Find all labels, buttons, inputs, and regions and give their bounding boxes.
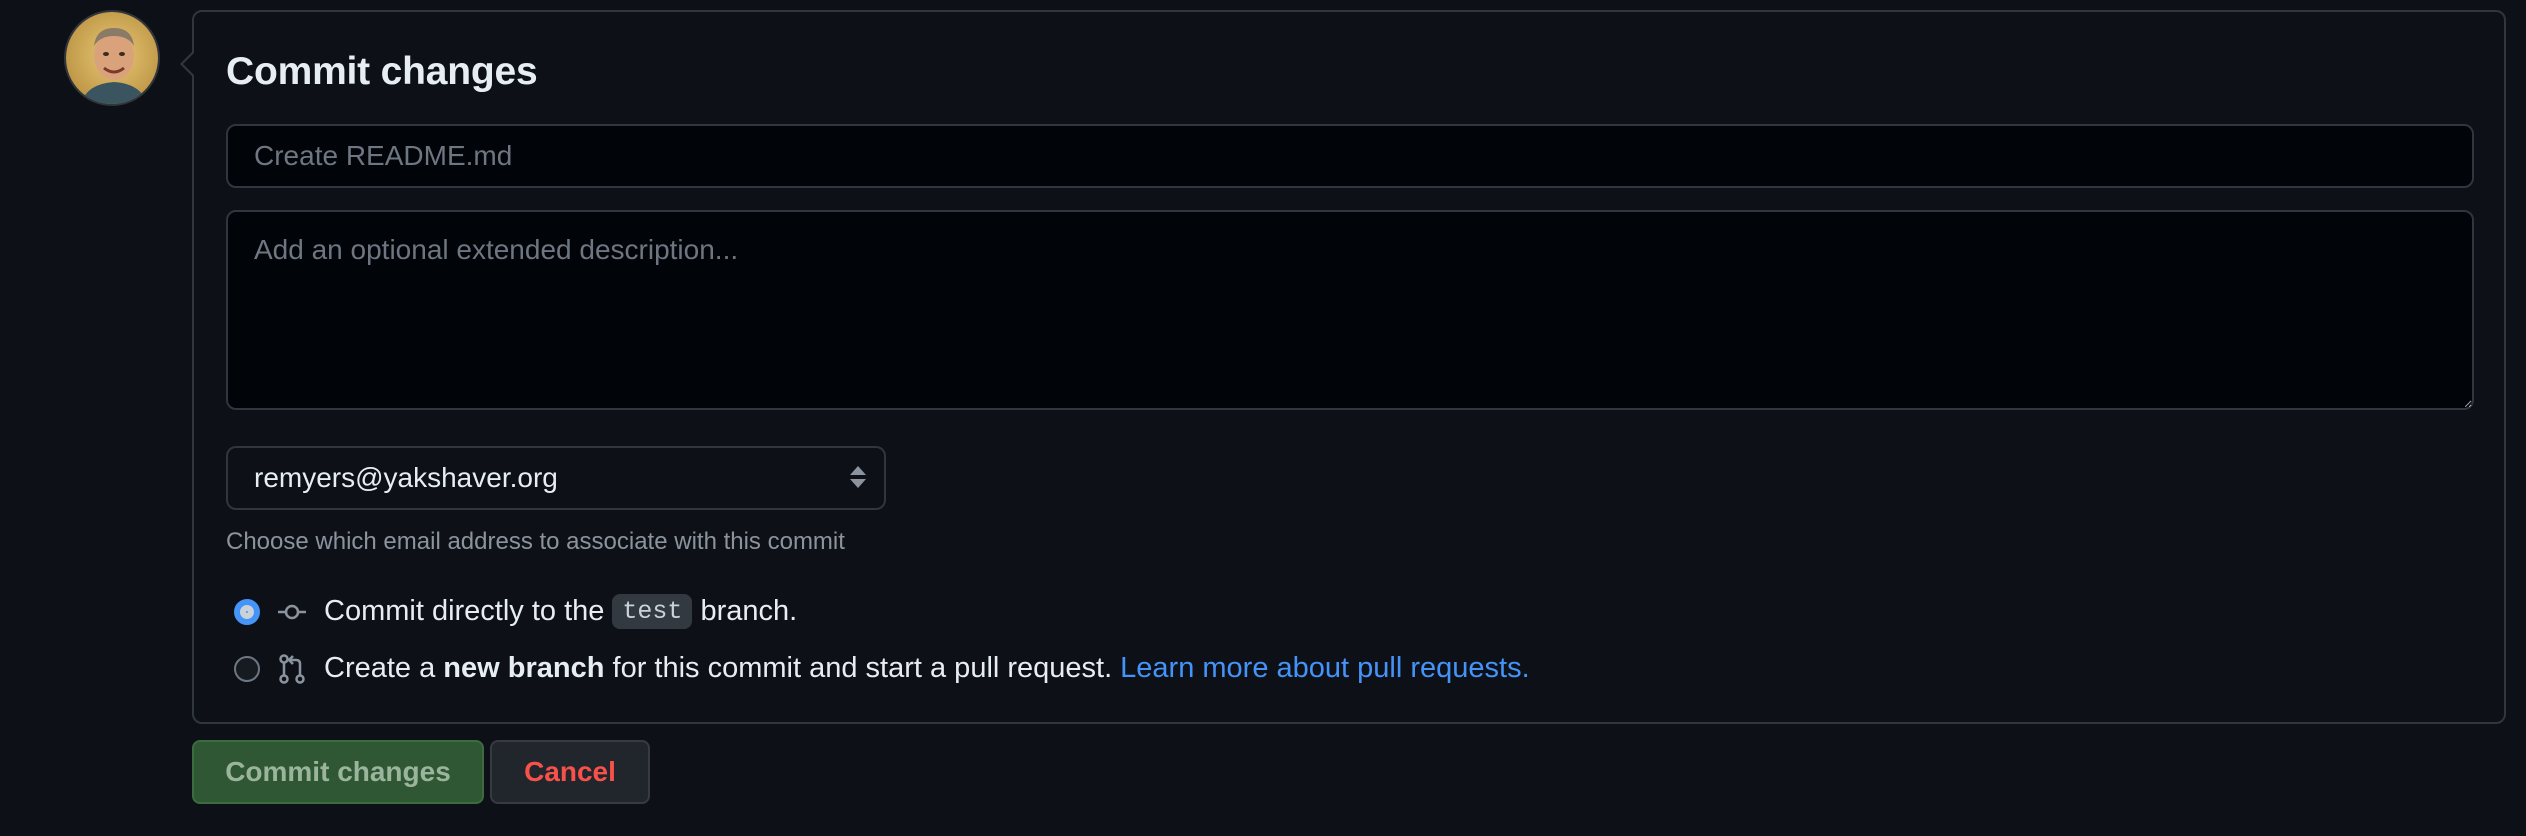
- panel-caret: [180, 50, 195, 78]
- email-select-value: remyers@yakshaver.org: [254, 462, 558, 493]
- cancel-button[interactable]: Cancel: [490, 740, 650, 804]
- user-avatar[interactable]: [64, 10, 160, 106]
- option-new-prefix: Create a: [324, 652, 436, 684]
- option-new-branch[interactable]: Create a new branch for this commit and …: [234, 652, 1530, 685]
- git-pull-request-icon: [276, 653, 308, 685]
- git-commit-icon: [276, 596, 308, 628]
- option-commit-direct[interactable]: Commit directly to the test branch.: [234, 594, 797, 629]
- avatar-image: [66, 12, 158, 104]
- option-new-bold: new branch: [443, 652, 605, 684]
- learn-more-pull-requests-link[interactable]: Learn more about pull requests.: [1120, 652, 1529, 685]
- commit-changes-button[interactable]: Commit changes: [192, 740, 484, 804]
- option-direct-prefix: Commit directly to the: [324, 595, 605, 627]
- commit-description-input[interactable]: [226, 210, 2474, 410]
- email-hint: Choose which email address to associate …: [226, 528, 845, 555]
- radio-commit-direct[interactable]: [234, 598, 260, 625]
- commit-panel: Commit changes remyers@yakshaver.org Cho…: [180, 10, 2506, 724]
- panel-title: Commit changes: [226, 50, 538, 93]
- select-arrows-icon: [850, 466, 866, 488]
- commit-summary-input[interactable]: [226, 124, 2474, 188]
- email-select[interactable]: remyers@yakshaver.org: [226, 446, 886, 510]
- option-direct-suffix: branch.: [700, 595, 798, 627]
- option-new-suffix: for this commit and start a pull request…: [612, 652, 1113, 684]
- branch-name-chip: test: [612, 594, 693, 629]
- radio-new-branch[interactable]: [234, 655, 260, 682]
